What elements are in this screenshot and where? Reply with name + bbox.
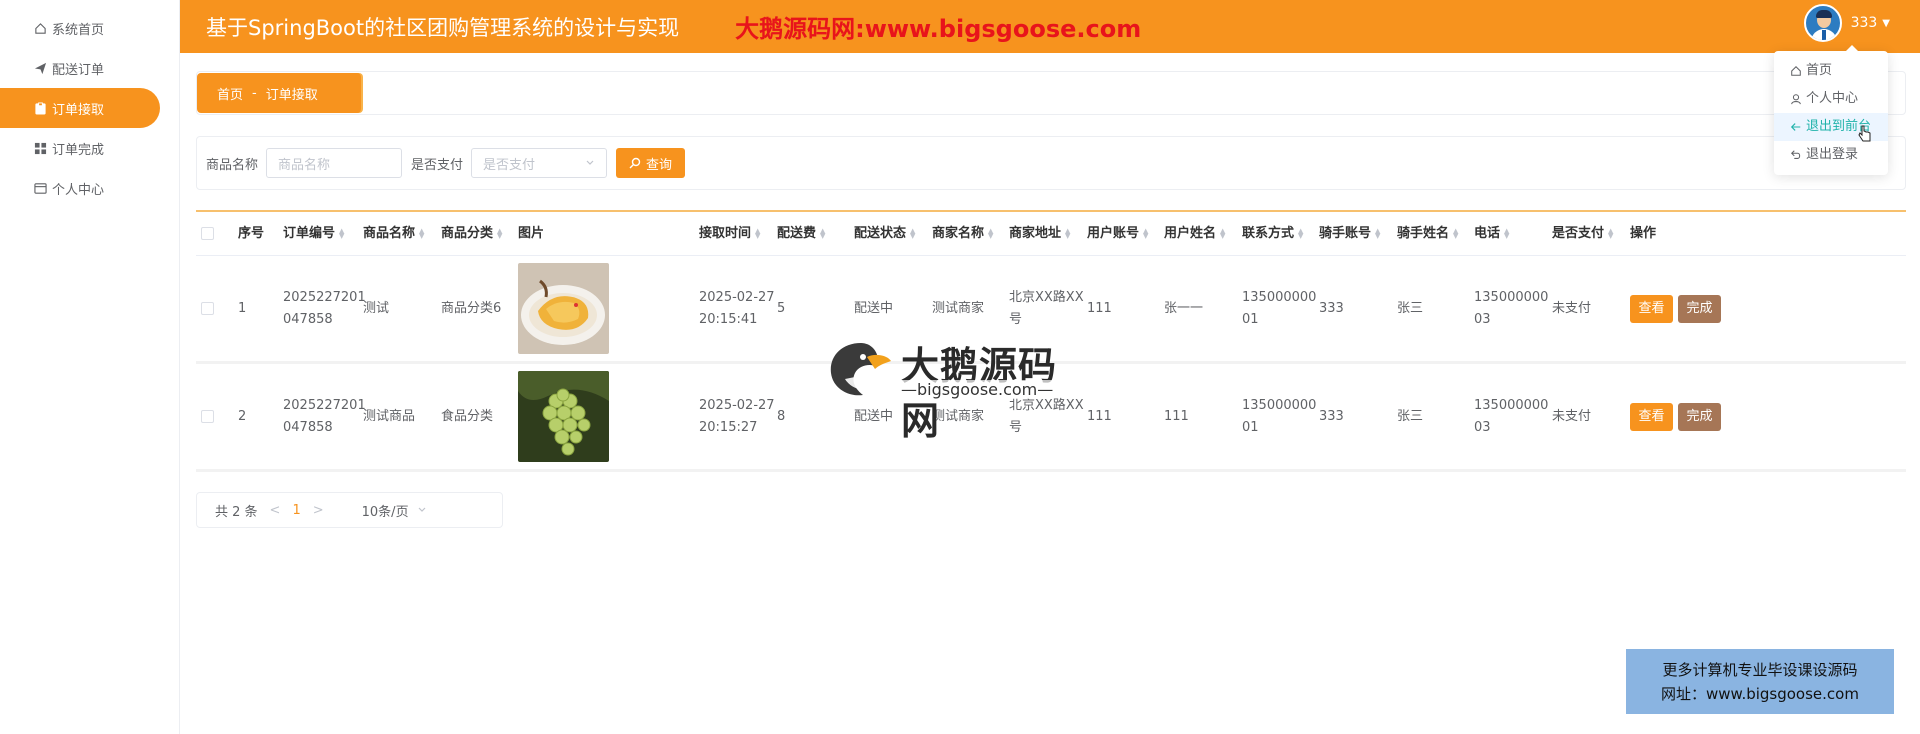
col-fee[interactable]: 配送费 ▲ ▼ bbox=[777, 223, 854, 245]
sort-icon: ▲ ▼ bbox=[1298, 226, 1304, 240]
sort-icon: ▲ ▼ bbox=[755, 226, 761, 240]
search-icon bbox=[629, 157, 641, 169]
chevron-down-icon[interactable]: ▼ bbox=[1882, 18, 1890, 29]
sort-icon: ▲ ▼ bbox=[339, 226, 345, 240]
sidebar-item-label: 配送订单 bbox=[52, 62, 105, 78]
sort-icon: ▲ ▼ bbox=[497, 226, 503, 240]
chevron-down-icon bbox=[586, 160, 594, 165]
col-rider-account[interactable]: 骑手账号 ▲ ▼ bbox=[1319, 223, 1397, 245]
page-size-select[interactable]: 10条/页 bbox=[362, 501, 427, 520]
col-order-no[interactable]: 订单编号 ▲ ▼ bbox=[283, 223, 363, 245]
clipboard-icon bbox=[33, 101, 47, 115]
dropdown-item-home[interactable]: 首页 bbox=[1774, 57, 1888, 85]
goose-logo bbox=[830, 343, 891, 396]
paid-label: 是否支付 bbox=[411, 157, 464, 173]
sidebar-item-order-pickup[interactable]: 订单接取 bbox=[0, 88, 160, 128]
return-icon bbox=[1790, 150, 1801, 159]
col-product-name[interactable]: 商品名称 ▲ ▼ bbox=[363, 223, 441, 245]
pasta-photo bbox=[518, 263, 609, 354]
view-button[interactable]: 查看 bbox=[1630, 294, 1673, 323]
send-icon bbox=[33, 61, 47, 75]
col-index: 序号 bbox=[238, 225, 265, 241]
col-pickup-time[interactable]: 接取时间 ▲ ▼ bbox=[699, 223, 777, 245]
card-icon bbox=[33, 181, 47, 195]
sort-icon: ▲ ▼ bbox=[1608, 226, 1614, 240]
col-contact[interactable]: 联系方式 ▲ ▼ bbox=[1242, 223, 1319, 245]
sidebar-item-label: 订单完成 bbox=[52, 142, 105, 158]
sort-icon: ▲ ▼ bbox=[1453, 226, 1459, 240]
avatar[interactable] bbox=[1803, 4, 1842, 42]
col-image: 图片 bbox=[518, 225, 545, 241]
header-watermark: 大鹅源码网:www.bigsgoose.com bbox=[735, 15, 1142, 43]
col-user-name[interactable]: 用户姓名 ▲ ▼ bbox=[1164, 223, 1242, 245]
col-merchant[interactable]: 商家名称 ▲ ▼ bbox=[932, 223, 1009, 245]
prev-page-button[interactable]: < bbox=[270, 503, 281, 518]
col-status[interactable]: 配送状态 ▲ ▼ bbox=[854, 223, 932, 245]
sidebar-item-profile[interactable]: 个人中心 bbox=[0, 168, 179, 208]
pagination: 共 2 条 < 1 > 10条/页 bbox=[196, 492, 503, 528]
user-dropdown: 首页 个人中心 退出到前台 退出登录 bbox=[1774, 45, 1888, 175]
sidebar-item-label: 系统首页 bbox=[52, 22, 105, 38]
select-all-checkbox[interactable] bbox=[201, 227, 214, 240]
search-button[interactable]: 查询 bbox=[616, 148, 686, 178]
view-button[interactable]: 查看 bbox=[1630, 402, 1673, 431]
sort-icon: ▲ ▼ bbox=[1065, 226, 1071, 240]
grid-icon bbox=[33, 141, 47, 155]
sort-icon: ▲ ▼ bbox=[1143, 226, 1149, 240]
col-category[interactable]: 商品分类 ▲ ▼ bbox=[441, 223, 518, 245]
sidebar: 系统首页 配送订单 订单接取 订单完成 个人中心 bbox=[0, 0, 180, 734]
complete-button[interactable]: 完成 bbox=[1678, 402, 1721, 431]
arrow-left-icon bbox=[1790, 123, 1801, 131]
col-address[interactable]: 商家地址 ▲ ▼ bbox=[1009, 223, 1087, 245]
sort-icon: ▲ ▼ bbox=[1375, 226, 1381, 240]
sidebar-item-delivery-orders[interactable]: 配送订单 bbox=[0, 48, 179, 88]
center-watermark: 大鹅源码网 —bigsgoose.com— bbox=[825, 335, 1095, 443]
user-icon bbox=[1791, 94, 1801, 105]
col-user-account[interactable]: 用户账号 ▲ ▼ bbox=[1087, 223, 1164, 245]
breadcrumb: 首页 - 订单接取 bbox=[197, 73, 361, 113]
sort-icon: ▲ ▼ bbox=[1220, 226, 1226, 240]
breadcrumb-home[interactable]: 首页 bbox=[217, 84, 243, 103]
table-header: 序号 订单编号 ▲ ▼ 商品名称 ▲ ▼ 商品分类 ▲ ▼ 图片 接取时间 ▲ ▼ 配送费 ▲ ▼ … bbox=[196, 212, 1906, 256]
row-checkbox[interactable] bbox=[201, 410, 214, 423]
next-page-button[interactable]: > bbox=[313, 503, 324, 518]
page-number[interactable]: 1 bbox=[292, 503, 300, 518]
col-phone[interactable]: 电话 ▲ ▼ bbox=[1474, 223, 1552, 245]
chevron-down-icon bbox=[418, 507, 426, 512]
complete-button[interactable]: 完成 bbox=[1678, 294, 1721, 323]
col-rider-name[interactable]: 骑手姓名 ▲ ▼ bbox=[1397, 223, 1474, 245]
sort-icon: ▲ ▼ bbox=[910, 226, 916, 240]
dropdown-item-profile[interactable]: 个人中心 bbox=[1774, 85, 1888, 113]
top-header: 基于SpringBoot的社区团购管理系统的设计与实现 大鹅源码网:www.bi… bbox=[180, 0, 1920, 53]
grapes-photo bbox=[518, 371, 609, 462]
dropdown-item-logout[interactable]: 退出登录 bbox=[1774, 141, 1888, 169]
col-actions: 操作 bbox=[1630, 225, 1657, 241]
search-bar: 商品名称 商品名称 是否支付 是否支付 查询 bbox=[196, 136, 1906, 190]
username[interactable]: 333 bbox=[1851, 15, 1878, 31]
user-menu[interactable]: 333 ▼ bbox=[1803, 4, 1890, 42]
sort-icon: ▲ ▼ bbox=[988, 226, 994, 240]
paid-select[interactable]: 是否支付 bbox=[471, 148, 608, 178]
product-name-label: 商品名称 bbox=[206, 157, 259, 173]
breadcrumb-current: 订单接取 bbox=[265, 87, 318, 103]
home-icon bbox=[33, 21, 47, 35]
product-name-input[interactable]: 商品名称 bbox=[266, 148, 403, 178]
row-checkbox[interactable] bbox=[201, 302, 214, 315]
hand-cursor-icon bbox=[1858, 125, 1871, 142]
sidebar-item-order-complete[interactable]: 订单完成 bbox=[0, 128, 179, 168]
sidebar-item-home[interactable]: 系统首页 bbox=[0, 8, 179, 48]
total-count: 共 2 条 bbox=[215, 504, 258, 520]
dropdown-item-exit-front[interactable]: 退出到前台 bbox=[1774, 113, 1888, 142]
home-icon bbox=[1791, 65, 1801, 76]
sort-icon: ▲ ▼ bbox=[820, 226, 826, 240]
sidebar-item-label: 订单接取 bbox=[52, 102, 105, 118]
sort-icon: ▲ ▼ bbox=[419, 226, 425, 240]
sidebar-item-label: 个人中心 bbox=[52, 182, 105, 198]
system-title: 基于SpringBoot的社区团购管理系统的设计与实现 bbox=[206, 15, 680, 40]
sort-icon: ▲ ▼ bbox=[1504, 226, 1510, 240]
col-paid[interactable]: 是否支付 ▲ ▼ bbox=[1552, 223, 1630, 245]
breadcrumb-bar: 首页 - 订单接取 bbox=[196, 71, 1906, 115]
promo-box: 更多计算机专业毕设课设源码 网址：www.bigsgoose.com bbox=[1626, 649, 1894, 714]
